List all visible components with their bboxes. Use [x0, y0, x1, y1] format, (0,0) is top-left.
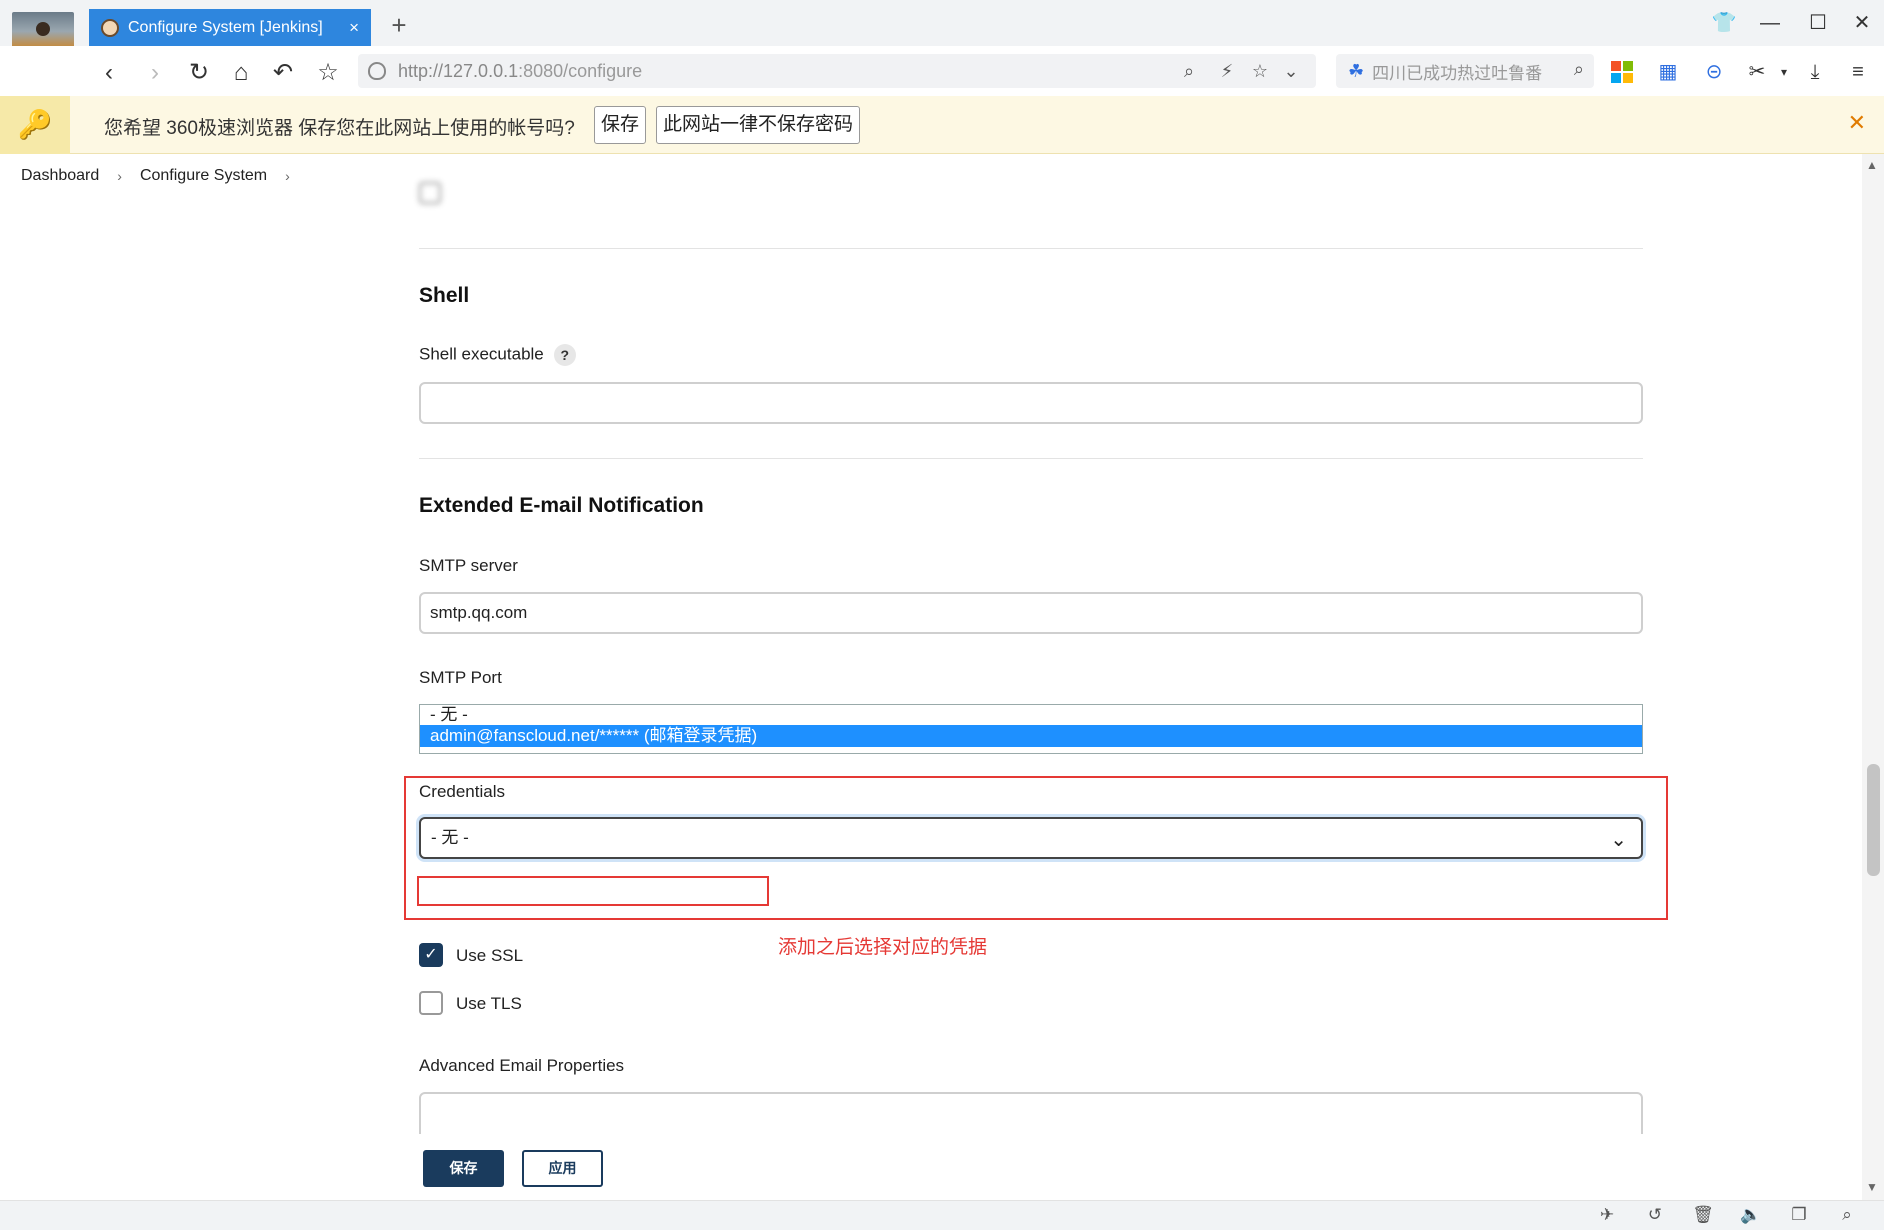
address-bar[interactable]: http://127.0.0.1:8080/configure	[358, 54, 1316, 88]
home-icon[interactable]: ⌂	[224, 56, 258, 90]
breadcrumb-dashboard[interactable]: Dashboard	[21, 167, 99, 185]
maximize-icon[interactable]: ☐	[1798, 8, 1838, 38]
shell-executable-input[interactable]	[419, 382, 1643, 424]
zoom-icon[interactable]: ⌕	[1174, 56, 1204, 86]
annotation-text: 添加之后选择对应的凭据	[778, 937, 988, 958]
scroll-up-icon[interactable]: ▲	[1866, 158, 1878, 172]
infobar-message: 您希望 360极速浏览器 保存您在此网站上使用的帐号吗?	[104, 118, 575, 139]
trash-icon[interactable]: 🗑	[1691, 1204, 1715, 1226]
scissors-dropdown-icon[interactable]: ▾	[1768, 56, 1800, 88]
back-icon[interactable]: ‹	[92, 56, 126, 90]
reload-icon[interactable]: ↻	[182, 56, 216, 90]
tab-title: Configure System [Jenkins]	[128, 18, 323, 36]
new-tab-button[interactable]: +	[384, 9, 414, 41]
credentials-dropdown-list: - 无 - admin@fanscloud.net/****** (邮箱登录凭据…	[419, 704, 1643, 754]
jenkins-favicon-icon	[101, 18, 119, 37]
use-tls-label[interactable]: Use TLS	[456, 994, 522, 1014]
scrollbar-thumb[interactable]	[1867, 764, 1880, 876]
breadcrumb: Dashboard › Configure System ›	[21, 167, 308, 185]
site-security-icon[interactable]	[368, 62, 386, 80]
breadcrumb-configure-system[interactable]: Configure System	[140, 167, 267, 185]
advanced-email-properties-label: Advanced Email Properties	[419, 1056, 625, 1075]
page-scrollbar[interactable]: ▲ ▼	[1862, 154, 1884, 1200]
forward-icon[interactable]: ›	[138, 56, 172, 90]
favorite-icon[interactable]: ☆	[1245, 56, 1275, 86]
smtp-server-label: SMTP server	[419, 556, 518, 575]
shell-section-title: Shell	[419, 284, 470, 307]
save-button[interactable]: 保存	[423, 1150, 504, 1187]
bookmark-star-icon[interactable]: ☆	[311, 56, 345, 90]
tab-close-icon[interactable]: ×	[349, 18, 359, 38]
page-content: Shell Shell executable? Extended E-mail …	[0, 154, 1862, 1134]
use-tls-checkbox[interactable]	[419, 991, 443, 1015]
chevron-right-icon[interactable]: ›	[285, 168, 290, 184]
search-suggestion: 四川已成功热过吐鲁番	[1372, 63, 1543, 83]
search-input[interactable]: ☘ 四川已成功热过吐鲁番 ⌕	[1336, 54, 1594, 88]
scroll-down-icon[interactable]: ▼	[1866, 1180, 1878, 1194]
undo-close-icon[interactable]: ↶	[266, 56, 300, 90]
speed-test-icon[interactable]: ↺	[1643, 1204, 1667, 1226]
section-divider	[419, 248, 1643, 249]
chevron-down-icon[interactable]: ⌄	[1276, 56, 1306, 86]
use-ssl-checkbox[interactable]: ✓	[419, 943, 443, 967]
key-icon: 🔑	[0, 96, 70, 154]
section-divider	[419, 458, 1643, 459]
credentials-option-none[interactable]: - 无 -	[420, 705, 1642, 725]
url-host: http://127.0.0.1	[398, 60, 519, 81]
url-path: :8080/configure	[518, 60, 643, 81]
highlight-box-option	[417, 876, 769, 906]
apps-icon[interactable]	[1606, 56, 1638, 88]
translate-icon[interactable]: ⊝	[1698, 56, 1730, 88]
form-action-bar	[0, 1134, 1862, 1200]
chevron-right-icon: ›	[117, 168, 122, 184]
speed-mode-icon[interactable]: ⚡	[1212, 56, 1242, 86]
email-section-title: Extended E-mail Notification	[419, 494, 704, 517]
skin-icon[interactable]: 👕	[1704, 8, 1744, 38]
menu-icon[interactable]: ≡	[1842, 56, 1874, 88]
infobar-save-button[interactable]: 保存	[594, 106, 647, 144]
shell-executable-label: Shell executable?	[419, 344, 576, 366]
infobar-never-save-button[interactable]: 此网站一律不保存密码	[656, 106, 861, 144]
download-icon[interactable]: ⤓	[1799, 56, 1831, 88]
rocket-icon[interactable]: ✈	[1595, 1204, 1619, 1226]
password-save-infobar: 🔑 您希望 360极速浏览器 保存您在此网站上使用的帐号吗? 保存 此网站一律不…	[0, 96, 1884, 154]
status-search-icon[interactable]: ⌕	[1835, 1204, 1859, 1226]
browser-tab-active[interactable]: Configure System [Jenkins] ×	[89, 9, 371, 46]
search-icon[interactable]: ⌕	[1574, 59, 1584, 80]
close-window-icon[interactable]: ✕	[1842, 8, 1882, 38]
minimize-icon[interactable]: —	[1750, 8, 1790, 38]
volume-icon[interactable]: 🔈	[1739, 1204, 1763, 1226]
use-ssl-label[interactable]: Use SSL	[456, 946, 523, 966]
window-icon[interactable]: ❐	[1787, 1204, 1811, 1226]
infobar-close-icon[interactable]: ✕	[1848, 110, 1866, 136]
baidu-paw-icon: ☘	[1348, 60, 1365, 81]
help-icon[interactable]: ?	[553, 344, 576, 366]
apply-button[interactable]: 应用	[522, 1150, 603, 1187]
smtp-server-input[interactable]	[419, 592, 1643, 634]
credentials-option-admin[interactable]: admin@fanscloud.net/****** (邮箱登录凭据)	[420, 725, 1642, 747]
faded-previous-option	[419, 182, 699, 204]
smtp-port-label: SMTP Port	[419, 668, 502, 687]
qr-code-icon[interactable]: ▦	[1652, 56, 1684, 88]
